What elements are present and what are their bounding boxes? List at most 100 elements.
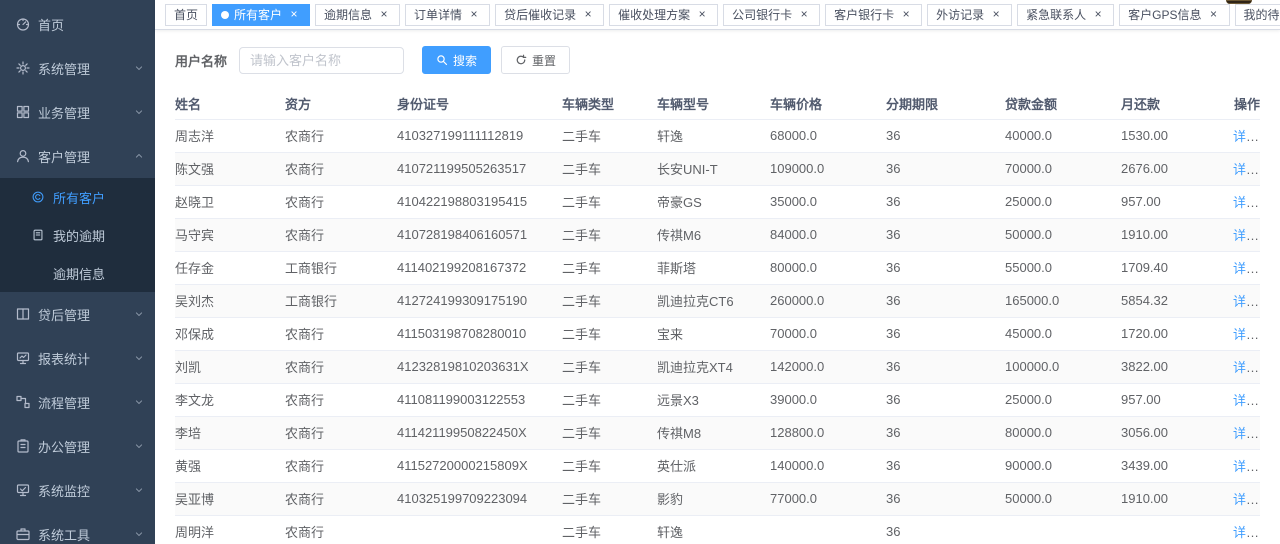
cell: 957.00 bbox=[1121, 185, 1233, 218]
sidebar-item-4[interactable]: 客户管理 bbox=[0, 134, 155, 178]
sidebar-item-3[interactable]: 业务管理 bbox=[0, 90, 155, 134]
cell: 周明洋 bbox=[175, 515, 285, 544]
table-row: 陈文强农商行410721199505263517二手车长安UNI-T109000… bbox=[175, 152, 1260, 185]
cell: 吴亚博 bbox=[175, 482, 285, 515]
tab-close-icon[interactable]: × bbox=[899, 8, 913, 22]
cell: 2676.00 bbox=[1121, 152, 1233, 185]
tab-label: 首页 bbox=[174, 6, 198, 23]
cell: 77000.0 bbox=[770, 482, 886, 515]
tab-close-icon[interactable]: × bbox=[581, 8, 595, 22]
detail-link[interactable]: 详情 bbox=[1233, 327, 1259, 342]
sidebar-item-10[interactable]: 系统工具 bbox=[0, 512, 155, 544]
cell-actions: 详情 bbox=[1233, 449, 1260, 482]
cell-actions: 详情 bbox=[1233, 416, 1260, 449]
chevron-down-icon bbox=[133, 150, 145, 162]
cell: 二手车 bbox=[562, 152, 657, 185]
cell: 90000.0 bbox=[1005, 449, 1121, 482]
chevron-down-icon bbox=[133, 106, 145, 118]
sidebar-subitem-1[interactable]: 所有客户 bbox=[0, 178, 155, 216]
tab-label: 我的待办 bbox=[1244, 6, 1280, 23]
detail-link[interactable]: 详情 bbox=[1233, 162, 1259, 177]
reset-button[interactable]: 重置 bbox=[501, 46, 570, 74]
sidebar-item-7[interactable]: 流程管理 bbox=[0, 380, 155, 424]
sidebar-item-label: 贷后管理 bbox=[38, 305, 133, 324]
cell: 农商行 bbox=[285, 317, 397, 350]
cell-actions: 详情 bbox=[1233, 284, 1260, 317]
detail-link[interactable]: 详情 bbox=[1233, 360, 1259, 375]
cell: 传祺M8 bbox=[657, 416, 770, 449]
detail-link[interactable]: 详情 bbox=[1233, 195, 1259, 210]
detail-link[interactable]: 详情 bbox=[1233, 294, 1259, 309]
tab-8[interactable]: 客户银行卡× bbox=[825, 4, 922, 26]
cell: 英仕派 bbox=[657, 449, 770, 482]
tab-close-icon[interactable]: × bbox=[797, 8, 811, 22]
sidebar-item-2[interactable]: 系统管理 bbox=[0, 46, 155, 90]
tab-6[interactable]: 催收处理方案× bbox=[609, 4, 718, 26]
cell: 411402199208167372 bbox=[397, 251, 562, 284]
cell: 菲斯塔 bbox=[657, 251, 770, 284]
clipboard-icon bbox=[15, 438, 31, 454]
cell: 刘凯 bbox=[175, 350, 285, 383]
tab-4[interactable]: 订单详情× bbox=[405, 4, 490, 26]
sidebar-item-label: 流程管理 bbox=[38, 393, 133, 412]
cell-actions: 详情 bbox=[1233, 152, 1260, 185]
detail-link[interactable]: 详情 bbox=[1233, 525, 1259, 540]
detail-link[interactable]: 详情 bbox=[1233, 129, 1259, 144]
user-icon bbox=[15, 148, 31, 164]
tab-close-icon[interactable]: × bbox=[1091, 8, 1105, 22]
tab-3[interactable]: 逾期信息× bbox=[315, 4, 400, 26]
table-row: 吴刘杰工商银行412724199309175190二手车凯迪拉克CT626000… bbox=[175, 284, 1260, 317]
cell: 410325199709223094 bbox=[397, 482, 562, 515]
cell: 轩逸 bbox=[657, 119, 770, 152]
sidebar-item-1[interactable]: 首页 bbox=[0, 2, 155, 46]
cell: 1530.00 bbox=[1121, 119, 1233, 152]
cell: 70000.0 bbox=[1005, 152, 1121, 185]
detail-link[interactable]: 详情 bbox=[1233, 426, 1259, 441]
cell: 36 bbox=[886, 152, 1005, 185]
cell: 80000.0 bbox=[770, 251, 886, 284]
cell: 农商行 bbox=[285, 449, 397, 482]
tab-close-icon[interactable]: × bbox=[989, 8, 1003, 22]
tab-11[interactable]: 客户GPS信息× bbox=[1119, 4, 1229, 26]
sidebar-subitem-3[interactable]: 逾期信息 bbox=[0, 254, 155, 292]
cell: 轩逸 bbox=[657, 515, 770, 544]
tab-9[interactable]: 外访记录× bbox=[927, 4, 1012, 26]
cell: 农商行 bbox=[285, 152, 397, 185]
dashboard-icon bbox=[15, 16, 31, 32]
search-form: 用户名称 搜索 重置 bbox=[175, 46, 1260, 74]
cell: 142000.0 bbox=[770, 350, 886, 383]
tab-label: 贷后催收记录 bbox=[504, 6, 576, 23]
tab-close-icon[interactable]: × bbox=[287, 8, 301, 22]
columns-icon bbox=[15, 306, 31, 322]
cell: 李培 bbox=[175, 416, 285, 449]
tab-12[interactable]: 我的待办× bbox=[1235, 4, 1280, 26]
tab-close-icon[interactable]: × bbox=[1207, 8, 1221, 22]
avatar-partial[interactable] bbox=[1226, 0, 1252, 4]
cell: 二手车 bbox=[562, 218, 657, 251]
cell bbox=[397, 515, 562, 544]
sidebar-item-8[interactable]: 办公管理 bbox=[0, 424, 155, 468]
tab-close-icon[interactable]: × bbox=[377, 8, 391, 22]
detail-link[interactable]: 详情 bbox=[1233, 459, 1259, 474]
detail-link[interactable]: 详情 bbox=[1233, 228, 1259, 243]
tab-2[interactable]: 所有客户× bbox=[212, 4, 310, 26]
tab-close-icon[interactable]: × bbox=[467, 8, 481, 22]
detail-link[interactable]: 详情 bbox=[1233, 492, 1259, 507]
customer-name-input[interactable] bbox=[239, 47, 404, 74]
tab-1[interactable]: 首页 bbox=[165, 4, 207, 26]
tab-10[interactable]: 紧急联系人× bbox=[1017, 4, 1114, 26]
detail-link[interactable]: 详情 bbox=[1233, 261, 1259, 276]
tab-7[interactable]: 公司银行卡× bbox=[723, 4, 820, 26]
tab-close-icon[interactable]: × bbox=[695, 8, 709, 22]
sidebar-item-5[interactable]: 贷后管理 bbox=[0, 292, 155, 336]
sidebar-subitem-2[interactable]: 我的逾期 bbox=[0, 216, 155, 254]
tab-5[interactable]: 贷后催收记录 × bbox=[495, 4, 604, 26]
active-dot bbox=[221, 11, 229, 19]
sidebar-item-9[interactable]: 系统监控 bbox=[0, 468, 155, 512]
search-button[interactable]: 搜索 bbox=[422, 46, 491, 74]
cell: 410327199111112819 bbox=[397, 119, 562, 152]
cell: 1910.00 bbox=[1121, 218, 1233, 251]
cell-actions: 详情 bbox=[1233, 185, 1260, 218]
sidebar-item-6[interactable]: 报表统计 bbox=[0, 336, 155, 380]
detail-link[interactable]: 详情 bbox=[1233, 393, 1259, 408]
